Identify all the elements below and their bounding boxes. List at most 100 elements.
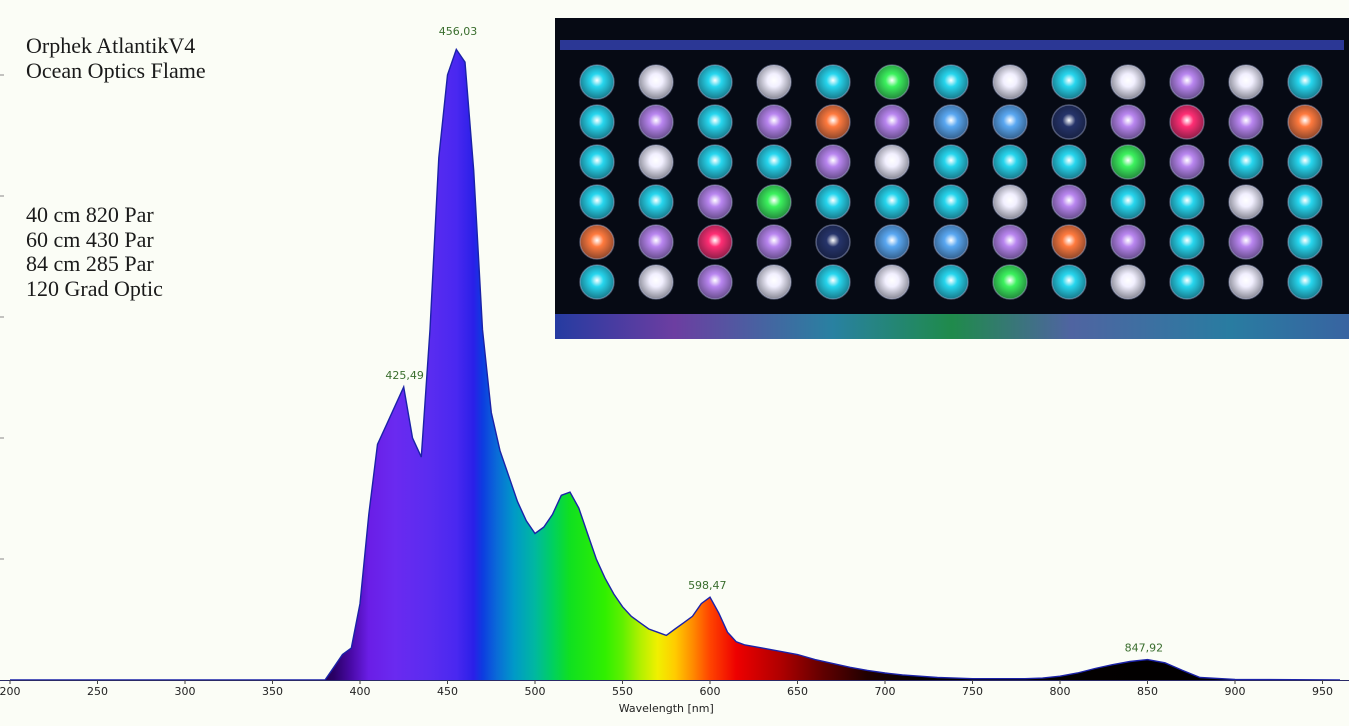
led-cyan	[1169, 184, 1205, 220]
x-tick-label: 700	[875, 685, 896, 698]
led-white	[874, 264, 910, 300]
led-cyan	[1169, 224, 1205, 260]
led-violet	[1169, 144, 1205, 180]
x-tick-label: 350	[262, 685, 283, 698]
led-cyan	[815, 264, 851, 300]
note-line: 40 cm 820 Par	[26, 202, 154, 227]
led-white	[992, 184, 1028, 220]
led-cyan	[579, 64, 615, 100]
led-cyan	[697, 104, 733, 140]
note-line: 84 cm 285 Par	[26, 251, 154, 276]
led-white	[1228, 64, 1264, 100]
led-cyan	[992, 144, 1028, 180]
led-violet	[1110, 104, 1146, 140]
par-notes: 40 cm 820 Par 60 cm 430 Par 84 cm 285 Pa…	[26, 202, 163, 301]
led-green	[1110, 144, 1146, 180]
led-cyan	[638, 184, 674, 220]
note-line: 120 Grad Optic	[26, 275, 163, 301]
led-white	[1228, 184, 1264, 220]
instrument-notes: Orphek AtlantikV4 Ocean Optics Flame	[26, 33, 206, 83]
led-violet	[1228, 224, 1264, 260]
led-cyan	[579, 184, 615, 220]
led-cyan	[1051, 144, 1087, 180]
x-axis-title: Wavelength [nm]	[619, 702, 714, 715]
led-fixture-photo	[555, 18, 1349, 339]
x-tick-label: 550	[612, 685, 633, 698]
led-green	[992, 264, 1028, 300]
led-violet	[638, 104, 674, 140]
led-cyan	[1228, 144, 1264, 180]
led-cyan	[1051, 64, 1087, 100]
led-red	[1169, 104, 1205, 140]
led-blue	[933, 224, 969, 260]
x-tick-label: 300	[175, 685, 196, 698]
led-cyan	[579, 264, 615, 300]
led-violet	[697, 184, 733, 220]
peak-label: 847,92	[1125, 642, 1164, 655]
led-cyan	[697, 144, 733, 180]
x-tick-label: 250	[87, 685, 108, 698]
led-cyan	[933, 144, 969, 180]
led-cyan	[579, 144, 615, 180]
led-white	[874, 144, 910, 180]
led-violet	[756, 104, 792, 140]
led-cyan	[933, 64, 969, 100]
led-cyan	[1169, 264, 1205, 300]
led-violet	[638, 224, 674, 260]
led-dark	[815, 224, 851, 260]
led-violet	[1110, 224, 1146, 260]
led-white	[638, 64, 674, 100]
led-violet	[756, 224, 792, 260]
led-violet	[992, 224, 1028, 260]
led-violet	[1051, 184, 1087, 220]
led-green	[756, 184, 792, 220]
led-white	[756, 64, 792, 100]
note-line: Orphek AtlantikV4	[26, 33, 196, 58]
led-violet	[697, 264, 733, 300]
led-cyan	[933, 184, 969, 220]
led-dark	[1051, 104, 1087, 140]
led-cyan	[697, 64, 733, 100]
x-tick-label: 750	[962, 685, 983, 698]
led-cyan	[1287, 264, 1323, 300]
x-tick-label: 400	[350, 685, 371, 698]
led-cyan	[1287, 64, 1323, 100]
led-violet	[1228, 104, 1264, 140]
led-white	[1110, 264, 1146, 300]
led-white	[756, 264, 792, 300]
led-white	[638, 264, 674, 300]
led-blue	[992, 104, 1028, 140]
x-tick-label: 200	[0, 685, 21, 698]
fixture-top-strip	[560, 40, 1344, 50]
led-cyan	[1287, 184, 1323, 220]
led-white	[1228, 264, 1264, 300]
led-cyan	[1287, 224, 1323, 260]
led-white	[992, 64, 1028, 100]
x-tick-label: 450	[437, 685, 458, 698]
led-cyan	[815, 184, 851, 220]
x-tick-label: 950	[1312, 685, 1333, 698]
led-violet	[1169, 64, 1205, 100]
x-tick-label: 900	[1225, 685, 1246, 698]
x-tick-label: 650	[787, 685, 808, 698]
peak-label: 425,49	[385, 369, 424, 382]
led-blue	[874, 224, 910, 260]
led-cyan	[1051, 264, 1087, 300]
led-blue	[933, 104, 969, 140]
x-tick-label: 800	[1050, 685, 1071, 698]
led-orange	[1287, 104, 1323, 140]
note-line: Ocean Optics Flame	[26, 57, 206, 83]
led-white	[638, 144, 674, 180]
led-orange	[815, 104, 851, 140]
led-cyan	[815, 64, 851, 100]
led-cyan	[933, 264, 969, 300]
led-cyan	[1287, 144, 1323, 180]
led-cyan	[874, 184, 910, 220]
note-line: 60 cm 430 Par	[26, 226, 154, 252]
led-violet	[815, 144, 851, 180]
led-white	[1110, 64, 1146, 100]
x-tick-label: 500	[525, 685, 546, 698]
led-red	[697, 224, 733, 260]
x-tick-label: 850	[1137, 685, 1158, 698]
led-cyan	[756, 144, 792, 180]
